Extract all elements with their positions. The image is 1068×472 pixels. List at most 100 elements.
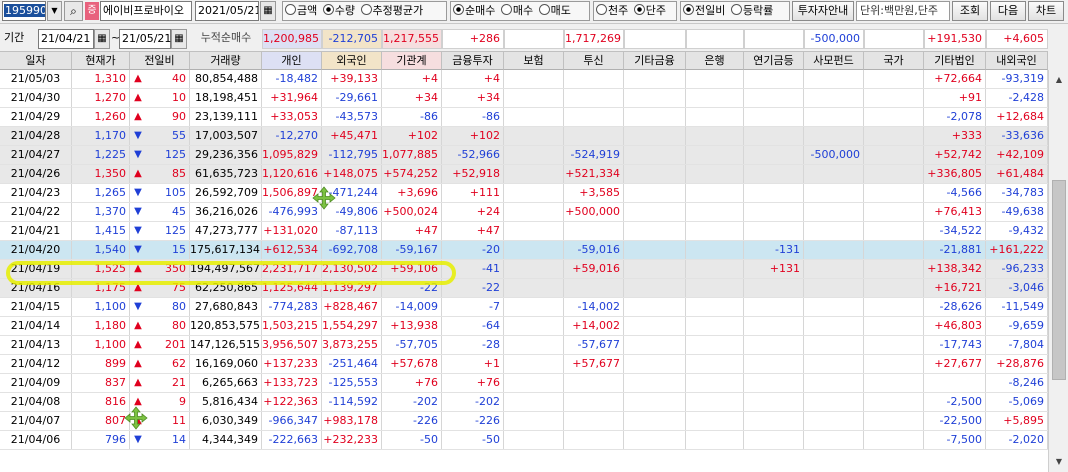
table-row[interactable]: 21/04/21 1,415 125 ▼ 47,273,777 +131,020 -87,1… <box>0 222 1048 241</box>
radio-change-rate[interactable]: 등락률 <box>731 2 773 20</box>
column-header-fin[interactable]: 금융투자 <box>442 51 504 70</box>
calendar-icon[interactable]: ▦ <box>260 1 276 21</box>
cell-foreign: -112,795 <box>322 146 382 164</box>
cell-domfor: +161,222 <box>986 241 1048 259</box>
total-pef: -500,000 <box>804 29 864 49</box>
table-row[interactable]: 21/04/20 1,540 15 ▼ 175,617,134 +612,534 -692,… <box>0 241 1048 260</box>
table-row[interactable]: 21/04/30 1,270 10 ▲ 18,198,451 +31,964 -29,661… <box>0 89 1048 108</box>
radio-net-buy[interactable]: 순매수 <box>453 2 495 20</box>
cell-fin: +4 <box>442 70 504 88</box>
column-header-etcfin[interactable]: 기타금융 <box>624 51 686 70</box>
table-row[interactable]: 21/05/03 1,310 40 ▲ 80,854,488 -18,482 +39,133… <box>0 70 1048 89</box>
column-header-bank[interactable]: 은행 <box>686 51 744 70</box>
start-date-field[interactable]: 21/04/21 <box>38 29 94 49</box>
cell-ins <box>504 222 564 240</box>
table-row[interactable]: 21/04/28 1,170 55 ▼ 17,003,507 -12,270 +45,471… <box>0 127 1048 146</box>
radio-single-shares[interactable]: 단주 <box>634 2 666 20</box>
cell-trust <box>564 374 624 392</box>
column-header-price[interactable]: 현재가 <box>72 51 130 70</box>
arrow-down-icon: ▼ <box>134 225 142 236</box>
query-button[interactable]: 조회 <box>952 1 988 21</box>
cell-etcfin <box>624 412 686 430</box>
table-row[interactable]: 21/04/12 899 62 ▲ 16,169,060 +137,233 -251,464… <box>0 355 1048 374</box>
table-row[interactable]: 21/04/07 807 11 ▲ 6,030,349 -966,347 +983,178-… <box>0 412 1048 431</box>
cell-foreign: +45,471 <box>322 127 382 145</box>
table-row[interactable]: 21/04/27 1,225 125 ▼ 29,236,356 1,095,829 -112… <box>0 146 1048 165</box>
table-row[interactable]: 21/04/06 796 14 ▼ 4,344,349 -222,663 +232,233-… <box>0 431 1048 450</box>
stock-name-field[interactable]: 에이비프로바이오 <box>100 1 192 21</box>
column-header-pension[interactable]: 연기금등 <box>744 51 804 70</box>
cell-etcfin <box>624 70 686 88</box>
cell-nation <box>864 431 924 449</box>
column-header-retail[interactable]: 개인 <box>262 51 322 70</box>
radio-avg-price[interactable]: 추정평균가 <box>361 2 424 20</box>
cell-etccorp: -34,522 <box>924 222 986 240</box>
chart-button[interactable]: 차트 <box>1028 1 1064 21</box>
table-row[interactable]: 21/04/08 816 9 ▲ 5,816,434 +122,363 -114,592 -2… <box>0 393 1048 412</box>
cell-etcfin <box>624 374 686 392</box>
cell-inst: +3,696 <box>382 184 442 202</box>
cell-etcfin <box>624 203 686 221</box>
cell-bank <box>686 355 744 373</box>
investor-guide-button[interactable]: 투자자안내 <box>792 1 854 21</box>
column-header-date[interactable]: 일자 <box>0 51 72 70</box>
column-header-etccorp[interactable]: 기타법인 <box>924 51 986 70</box>
query-date-field[interactable]: 2021/05/21 <box>195 1 259 21</box>
table-row[interactable]: 21/04/09 837 21 ▲ 6,265,663 +133,723 -125,553 +… <box>0 374 1048 393</box>
calendar-icon[interactable]: ▦ <box>171 29 187 49</box>
end-date-field[interactable]: 21/05/21 <box>119 29 171 49</box>
radio-quantity[interactable]: 수량 <box>323 2 355 20</box>
cell-foreign: 3,873,255 <box>322 336 382 354</box>
cell-retail: +31,964 <box>262 89 322 107</box>
table-row[interactable]: 21/04/22 1,370 45 ▼ 36,216,026 -476,993 -49,80… <box>0 203 1048 222</box>
column-header-domfor[interactable]: 내외국인 <box>986 51 1048 70</box>
cell-pef <box>804 108 864 126</box>
cell-etccorp: +91 <box>924 89 986 107</box>
table-row[interactable]: 21/04/26 1,350 85 ▲ 61,635,723 1,120,616 +148,… <box>0 165 1048 184</box>
cell-domfor: -93,319 <box>986 70 1048 88</box>
cell-domfor: +61,484 <box>986 165 1048 183</box>
scroll-up-icon[interactable]: ▲ <box>1051 72 1067 88</box>
column-header-inst[interactable]: 기관계 <box>382 51 442 70</box>
vertical-scrollbar[interactable]: ▲ ▼ <box>1048 70 1068 472</box>
chevron-down-icon[interactable]: ▼ <box>47 1 62 21</box>
table-row[interactable]: 21/04/23 1,265 105 ▼ 26,592,709 1,506,897 -471… <box>0 184 1048 203</box>
search-icon[interactable]: ⌕ <box>64 1 83 21</box>
cell-pef <box>804 298 864 316</box>
radio-buy[interactable]: 매수 <box>501 2 533 20</box>
cell-pension <box>744 355 804 373</box>
calendar-icon[interactable]: ▦ <box>94 29 110 49</box>
scroll-down-icon[interactable]: ▼ <box>1051 454 1067 470</box>
cell-bank <box>686 279 744 297</box>
radio-prev-day[interactable]: 전일비 <box>683 2 725 20</box>
column-header-pef[interactable]: 사모펀드 <box>804 51 864 70</box>
scrollbar-thumb[interactable] <box>1052 180 1066 380</box>
column-header-change[interactable]: 전일비 <box>130 51 190 70</box>
radio-amount[interactable]: 금액 <box>285 2 317 20</box>
table-row[interactable]: 21/04/13 1,100 201 ▲ 147,126,515 3,956,507 3,8… <box>0 336 1048 355</box>
cell-date: 21/04/28 <box>0 127 72 145</box>
cell-date: 21/04/26 <box>0 165 72 183</box>
cell-date: 21/05/03 <box>0 70 72 88</box>
next-button[interactable]: 다음 <box>990 1 1026 21</box>
table-row[interactable]: 21/04/16 1,175 75 ▲ 62,250,865 1,125,644 1,139… <box>0 279 1048 298</box>
cell-bank <box>686 184 744 202</box>
column-header-nation[interactable]: 국가 <box>864 51 924 70</box>
radio-sell[interactable]: 매도 <box>539 2 571 20</box>
cell-price: 1,180 <box>72 317 130 335</box>
table-row[interactable]: 21/04/19 1,525 350 ▲ 194,497,567 2,231,717 2,1… <box>0 260 1048 279</box>
radio-thousand-shares[interactable]: 천주 <box>596 2 628 20</box>
cell-inst: -22 <box>382 279 442 297</box>
arrow-up-icon: ▲ <box>134 320 142 331</box>
table-row[interactable]: 21/04/14 1,180 80 ▲ 120,853,575 1,503,215 1,55… <box>0 317 1048 336</box>
column-header-ins[interactable]: 보험 <box>504 51 564 70</box>
cell-domfor: -8,246 <box>986 374 1048 392</box>
column-header-foreign[interactable]: 외국인 <box>322 51 382 70</box>
stock-code-input[interactable]: 195990 <box>2 1 46 21</box>
cell-trust: +59,016 <box>564 260 624 278</box>
column-header-trust[interactable]: 투신 <box>564 51 624 70</box>
column-header-volume[interactable]: 거래량 <box>190 51 262 70</box>
cell-etccorp: +336,805 <box>924 165 986 183</box>
table-row[interactable]: 21/04/15 1,100 80 ▼ 27,680,843 -774,283 +828,4… <box>0 298 1048 317</box>
table-row[interactable]: 21/04/29 1,260 90 ▲ 23,139,111 +33,053 -43,573… <box>0 108 1048 127</box>
